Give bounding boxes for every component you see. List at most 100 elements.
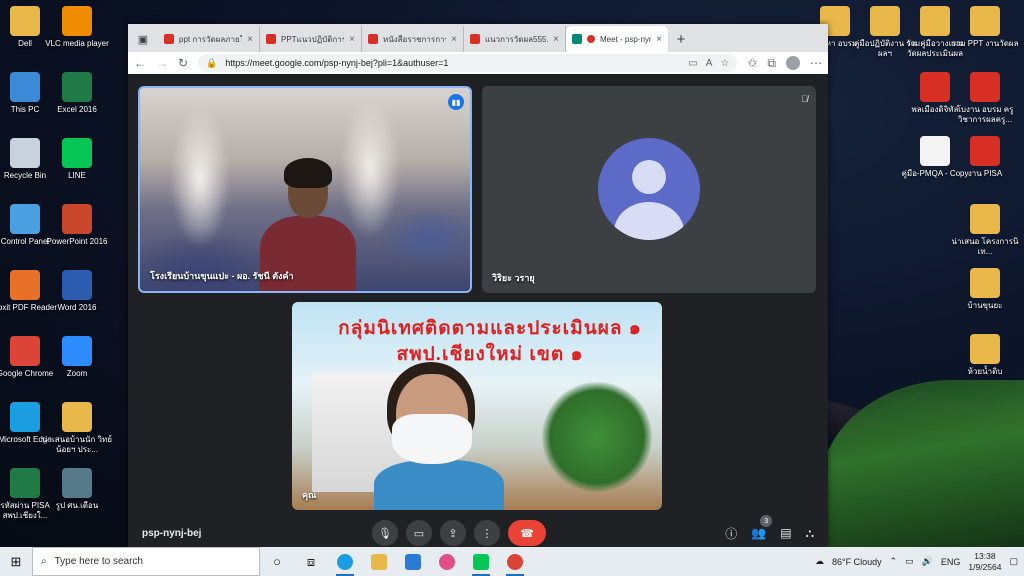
recycle-bin-icon: [10, 138, 40, 168]
taskbar-mail-icon[interactable]: [396, 547, 430, 576]
participant-tile-2[interactable]: 🎙̸ วิริยะ วรายุ: [482, 86, 816, 293]
taskbar-paint-icon[interactable]: [430, 547, 464, 576]
participant-tile-1[interactable]: ▮▮ โรงเรียนบ้านขุนแปะ - ผอ. รัชนี ตังคำ: [138, 86, 472, 293]
pdf-favicon-icon: [164, 34, 174, 44]
chat-icon[interactable]: ▤: [780, 526, 791, 540]
url-text[interactable]: https://meet.google.com/psp-nynj-bej?pli…: [225, 58, 680, 68]
participant-name: คุณ: [302, 490, 317, 500]
desktop-icon[interactable]: LINE: [42, 138, 112, 181]
windows-start-icon[interactable]: ⊞: [0, 547, 32, 576]
favorites-icon[interactable]: ✩: [747, 56, 757, 70]
meeting-code: psp-nynj-bej: [142, 527, 202, 539]
camera-toggle-icon[interactable]: ▭: [406, 520, 432, 546]
read-aloud-icon[interactable]: A: [706, 58, 713, 69]
desktop-icon[interactable]: น่าเสนอ โครงการนิเท...: [950, 204, 1020, 257]
desktop-icon[interactable]: งาน PISA: [950, 136, 1020, 179]
desktop-icon[interactable]: PowerPoint 2016: [42, 204, 112, 247]
browser-tab[interactable]: Meet - psp-nynj-bej ×: [566, 26, 668, 52]
weather-text[interactable]: 86°F Cloudy: [832, 557, 882, 567]
browser-tab[interactable]: ppt การวัดผลภายใน ×: [158, 26, 260, 52]
favorite-star-icon[interactable]: ☆: [720, 58, 729, 69]
desktop-icon[interactable]: VLC media player: [42, 6, 112, 49]
close-tab-icon[interactable]: ×: [553, 34, 559, 45]
taskbar-file-explorer-icon[interactable]: [362, 547, 396, 576]
tab-actions-icon[interactable]: ▣: [128, 26, 158, 52]
lock-icon[interactable]: 🔒: [206, 58, 217, 69]
taskbar-edge-icon[interactable]: [328, 547, 362, 576]
desktop-icon[interactable]: โบงาน อบรม ครู วิชาการผลครู...: [950, 72, 1020, 125]
info-icon[interactable]: ⓘ: [725, 525, 737, 542]
desktop-icon[interactable]: น่าเสนอบ้านนัก วิทย์น้อยฯ ประ...: [42, 402, 112, 455]
desktop-icon[interactable]: Word 2016: [42, 270, 112, 313]
desktop-icon[interactable]: ห้วยน้ำดิบ: [950, 334, 1020, 377]
pdf-icon: [970, 72, 1000, 102]
foxit-icon: [10, 270, 40, 300]
desktop-icon[interactable]: รวม PPT งานวัดผล: [950, 6, 1020, 49]
taskbar-chrome-icon[interactable]: [498, 547, 532, 576]
mic-muted-icon: 🎙̸: [801, 94, 808, 104]
volume-icon[interactable]: 🔊: [922, 556, 933, 567]
chrome-icon: [10, 336, 40, 366]
close-tab-icon[interactable]: ×: [656, 34, 662, 45]
clock[interactable]: 13:38 1/9/2564: [968, 551, 1001, 573]
folder-icon: [62, 402, 92, 432]
reload-icon[interactable]: ↻: [178, 56, 188, 70]
profile-avatar[interactable]: [786, 56, 800, 70]
tab-label: แนวการวัดผล555.p: [485, 34, 549, 44]
clock-time: 13:38: [974, 550, 996, 561]
mic-icon[interactable]: 🎙: [372, 520, 398, 546]
background-tree: [542, 382, 652, 492]
tab-label: หนังสือราชการการวัด: [383, 34, 446, 44]
folder-icon: [970, 6, 1000, 36]
network-icon[interactable]: ▭: [905, 556, 914, 567]
forward-icon[interactable]: →: [156, 56, 168, 70]
avatar: [598, 138, 700, 240]
taskbar-search-box[interactable]: ⌕ Type here to search: [32, 547, 260, 576]
browser-tab[interactable]: PPTแนวปฏิบัติการวัด ×: [260, 26, 362, 52]
browser-tab[interactable]: แนวการวัดผล555.p ×: [464, 26, 566, 52]
more-menu-icon[interactable]: ⋯: [810, 56, 822, 70]
close-tab-icon[interactable]: ×: [451, 34, 457, 45]
address-bar[interactable]: 🔒 https://meet.google.com/psp-nynj-bej?p…: [198, 54, 738, 72]
taskbar-line-icon[interactable]: [464, 547, 498, 576]
close-tab-icon[interactable]: ×: [247, 34, 253, 45]
participant-video: [374, 460, 504, 510]
browser-window: ▣ ppt การวัดผลภายใน × PPTแนวปฏิบัติการวัด ×…: [128, 24, 828, 548]
taskbar: ⊞ ⌕ Type here to search ○ ⧈ ☁ 86°F Cloud…: [0, 547, 1024, 576]
meet-stage: ▮▮ โรงเรียนบ้านขุนแปะ - ผอ. รัชนี ตังคำ …: [128, 74, 828, 548]
browser-tab[interactable]: หนังสือราชการการวัด ×: [362, 26, 464, 52]
recording-icon: [587, 35, 595, 43]
people-count-badge: 3: [760, 515, 773, 527]
clock-date: 1/9/2564: [968, 561, 1002, 572]
weather-cloud-icon[interactable]: ☁: [815, 556, 824, 567]
notifications-icon[interactable]: ▢: [1009, 556, 1018, 567]
word-icon: [62, 270, 92, 300]
tray-chevron-icon[interactable]: ⌃: [890, 556, 898, 567]
activities-icon[interactable]: ⛬: [806, 526, 814, 541]
meeting-side-controls: ⓘ 👥 3 ▤ ⛬: [725, 515, 814, 542]
more-options-icon[interactable]: ⋮: [474, 520, 500, 546]
participant-tile-self[interactable]: กลุ่มนิเทศติดตามและประเมินผล ๑ สพป.เชียง…: [292, 302, 662, 510]
pdf-favicon-icon: [470, 34, 480, 44]
language-indicator[interactable]: ENG: [941, 557, 961, 567]
desktop-icon[interactable]: Zoom: [42, 336, 112, 379]
task-view-icon[interactable]: ⧈: [294, 547, 328, 576]
cortana-icon[interactable]: ○: [260, 547, 294, 576]
participant-hair: [284, 158, 332, 188]
participant-name: วิริยะ วรายุ: [492, 273, 535, 283]
folder-icon: [970, 334, 1000, 364]
control-panel-icon: [10, 204, 40, 234]
desktop-icon-label: รูป ศน.เตือน: [55, 501, 99, 510]
pdf-favicon-icon: [266, 34, 276, 44]
desktop-icon[interactable]: บ้านขุนยะ: [950, 268, 1020, 311]
new-tab-button[interactable]: +: [668, 26, 694, 52]
present-screen-icon[interactable]: ⇪: [440, 520, 466, 546]
back-icon[interactable]: ←: [134, 56, 146, 70]
desktop-icon[interactable]: รูป ศน.เตือน: [42, 468, 112, 511]
people-icon[interactable]: 👥 3: [751, 515, 773, 540]
close-tab-icon[interactable]: ×: [349, 34, 355, 45]
end-call-icon[interactable]: ☎: [508, 520, 546, 546]
camera-icon[interactable]: ▭: [688, 58, 697, 69]
collections-icon[interactable]: ⧉: [767, 56, 776, 71]
desktop-icon[interactable]: Excel 2016: [42, 72, 112, 115]
